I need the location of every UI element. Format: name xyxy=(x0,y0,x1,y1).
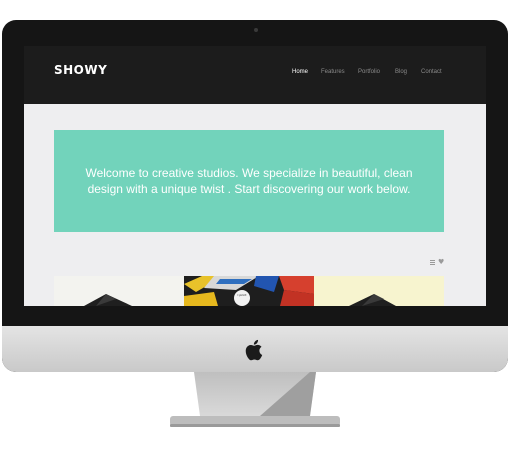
nav-blog[interactable]: Blog xyxy=(395,69,407,75)
nav-features[interactable]: Features xyxy=(321,69,345,75)
apple-logo-icon xyxy=(245,339,263,361)
portfolio-thumbnail-3[interactable] xyxy=(314,276,444,306)
nav-contact[interactable]: Contact xyxy=(421,69,442,75)
thumbnail-3-art xyxy=(349,294,396,306)
thumbnail-1-art xyxy=(84,294,132,306)
main-nav: Home Features Portfolio Blog Contact xyxy=(24,69,486,81)
list-icon[interactable] xyxy=(430,260,435,265)
thumbnail-2-art xyxy=(184,276,314,306)
portfolio-thumbnail-1[interactable] xyxy=(54,276,184,306)
nav-portfolio[interactable]: Portfolio xyxy=(358,69,380,75)
camera xyxy=(254,28,258,32)
monitor-chin xyxy=(2,326,508,372)
hero-banner: Welcome to creative studios. We speciali… xyxy=(54,130,444,232)
heart-icon[interactable]: ♥ xyxy=(438,258,444,266)
thumbnail-2-sticker: I print xyxy=(237,293,247,297)
hero-text: Welcome to creative studios. We speciali… xyxy=(85,166,413,196)
view-icons: ♥ xyxy=(430,258,446,267)
screen: SHOWY Home Features Portfolio Blog Conta… xyxy=(24,46,486,306)
imac-monitor: SHOWY Home Features Portfolio Blog Conta… xyxy=(2,20,508,372)
nav-home[interactable]: Home xyxy=(292,69,308,75)
portfolio-thumbnails: I print xyxy=(54,276,444,306)
portfolio-thumbnail-2[interactable]: I print xyxy=(184,276,314,306)
site-header: SHOWY Home Features Portfolio Blog Conta… xyxy=(24,46,486,104)
monitor-stand xyxy=(170,372,340,427)
